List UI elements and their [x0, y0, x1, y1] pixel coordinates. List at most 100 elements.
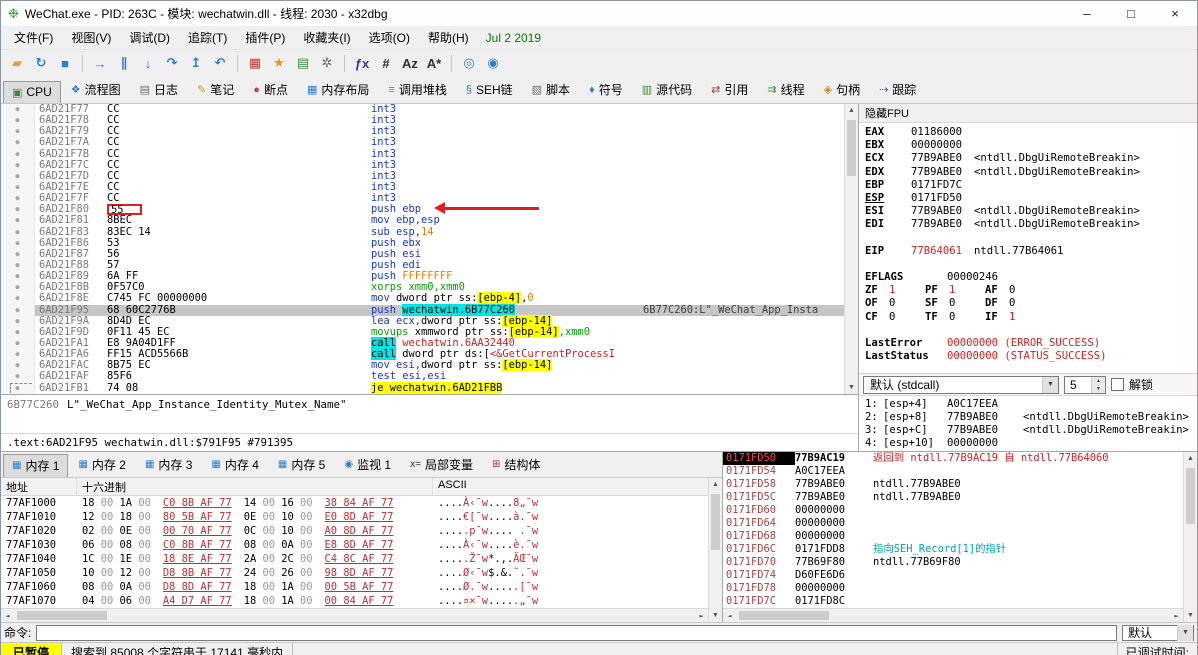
breakpoint-gutter-dot[interactable]: ● — [1, 259, 35, 272]
dump-row[interactable]: 77AF1030 06 00 08 00 C0 8B AF 77 08 00 0A 0… — [1, 538, 708, 552]
disasm-row[interactable]: ● 6AD21F7D CC int3 — [1, 170, 844, 182]
stop-icon[interactable]: ■ — [54, 52, 76, 74]
stack-row[interactable]: 0171FD70 77B69F80 ntdll.77B69F80 — [723, 556, 1183, 569]
unlock-checkbox[interactable] — [1111, 378, 1124, 391]
stack-row[interactable]: 0171FD50 77B9AC19 返回到 ntdll.77B9AC19 自 ntd… — [723, 452, 1183, 465]
dump-row[interactable]: 77AF1050 10 00 12 00 D8 8B AF 77 24 00 26 0… — [1, 566, 708, 580]
breakpoint-gutter-dot[interactable]: ● — [1, 104, 35, 116]
register-row[interactable] — [865, 232, 1191, 245]
register-row[interactable]: ZF 1 PF 1 AF 0 — [865, 284, 1191, 297]
stack-row[interactable]: 0171FD58 77B9ABE0 ntdll.77B9ABE0 — [723, 478, 1183, 491]
pause-icon[interactable]: ∥ — [113, 52, 135, 74]
patches-icon[interactable]: ▦ — [244, 52, 266, 74]
spinner-arrows[interactable]: ▲ ▼ — [1091, 376, 1105, 393]
stack-row[interactable]: 0171FD68 00000000 — [723, 530, 1183, 543]
tab-notes[interactable]: ✎ 笔记 — [188, 77, 243, 103]
dump-view[interactable]: 地址 十六进制 ASCII 77AF1000 18 00 1A 00 C0 8B A… — [1, 478, 722, 622]
restart-icon[interactable]: ↻ — [30, 52, 52, 74]
disasm-row[interactable]: ● 6AD21FB1 74 08 je wechatwin.6AD21FBB — [1, 381, 844, 394]
menu-item[interactable]: 文件(F) — [5, 26, 62, 49]
breakpoint-gutter-dot[interactable]: ● — [1, 181, 35, 194]
minimize-button[interactable]: – — [1065, 1, 1109, 26]
breakpoint-gutter-dot[interactable]: ● — [1, 360, 35, 372]
breakpoint-gutter-dot[interactable]: ● — [1, 326, 35, 338]
register-row[interactable]: ESP 0171FD50 — [865, 192, 1191, 205]
menu-item[interactable]: 视图(V) — [62, 26, 120, 49]
breakpoint-gutter-dot[interactable]: ● — [1, 304, 35, 316]
breakpoint-gutter-dot[interactable]: ● — [1, 293, 35, 305]
menu-item[interactable]: 帮助(H) — [419, 26, 478, 49]
tab-symbols[interactable]: ♦ 符号 — [580, 77, 632, 103]
scroll-down-icon[interactable]: ▼ — [1184, 609, 1197, 622]
register-row[interactable]: OF 0 SF 0 DF 0 — [865, 297, 1191, 310]
menu-item[interactable]: 插件(P) — [236, 26, 294, 49]
tab-call-stack[interactable]: ≡ 调用堆栈 — [379, 77, 455, 103]
breakpoint-gutter-dot[interactable]: ● — [1, 371, 35, 383]
breakpoint-gutter-dot[interactable]: ● — [1, 315, 35, 327]
run-icon[interactable]: → — [89, 52, 111, 74]
calling-convention-select[interactable]: 默认 (stdcall) ▼ — [863, 375, 1059, 394]
favourites-icon[interactable]: ★ — [268, 52, 290, 74]
disasm-row[interactable]: ● 6AD21F7A CC int3 — [1, 137, 844, 149]
scrollbar-thumb[interactable] — [1186, 468, 1195, 524]
register-row[interactable]: LastStatus 00000000 (STATUS_SUCCESS) — [865, 350, 1191, 363]
register-row[interactable]: ESI 77B9ABE0 <ntdll.DbgUiRemoteBreakin> — [865, 205, 1191, 218]
dump-row[interactable]: 77AF1010 12 00 18 00 80 5B AF 77 0E 00 10 0… — [1, 510, 708, 524]
command-input[interactable] — [36, 624, 1117, 641]
register-row[interactable]: ECX 77B9ABE0 <ntdll.DbgUiRemoteBreakin> — [865, 152, 1191, 165]
tab-script[interactable]: ▧ 脚本 — [523, 77, 579, 103]
scroll-down-icon[interactable]: ▼ — [845, 381, 858, 394]
stack-vertical-scrollbar[interactable]: ▲ ▼ — [1183, 452, 1197, 622]
preferences-icon[interactable]: ✲ — [316, 52, 338, 74]
execute-till-return-icon[interactable]: ↥ — [185, 52, 207, 74]
stack-row[interactable]: 0171FD64 00000000 — [723, 517, 1183, 530]
register-row[interactable]: EBX 00000000 — [865, 139, 1191, 152]
register-row[interactable]: EDI 77B9ABE0 <ntdll.DbgUiRemoteBreakin> — [865, 218, 1191, 231]
stack-row[interactable]: 0171FD7C 0171FD8C — [723, 595, 1183, 608]
step-back-icon[interactable]: ↶ — [209, 52, 231, 74]
disasm-row[interactable]: ● 6AD21F7B CC int3 — [1, 148, 844, 160]
breakpoint-gutter-dot[interactable]: ● — [1, 115, 35, 127]
dump-row[interactable]: 77AF1040 1C 00 1E 00 18 8E AF 77 2A 00 2C 0… — [1, 552, 708, 566]
tab-locals[interactable]: x= 局部变量 — [401, 453, 482, 477]
dump-horizontal-scrollbar[interactable]: ◄ ► — [1, 608, 708, 622]
disassembly-vertical-scrollbar[interactable]: ▲ ▼ — [844, 104, 858, 394]
stack-row[interactable]: 0171FD6C 0171FDD8 指向SEH_Record[1]的指针 — [723, 543, 1183, 556]
disasm-row[interactable]: ● 6AD21F77 CC int3 — [1, 104, 844, 116]
dump-row[interactable]: 77AF1070 04 00 06 00 A4 D7 AF 77 18 00 1A 0… — [1, 594, 708, 608]
tab-dump2[interactable]: ▦ 内存 2 — [69, 453, 134, 477]
disasm-row[interactable]: ● 6AD21F7F CC int3 — [1, 192, 844, 205]
dump-row[interactable]: 77AF1020 02 00 0E 00 00 70 AF 77 0C 00 10 0… — [1, 524, 708, 538]
hide-fpu-button[interactable]: 隐藏FPU — [859, 104, 1197, 123]
breakpoint-gutter-dot[interactable]: ● — [1, 126, 35, 138]
disasm-row[interactable]: ● 6AD21FAF 85F6 test esi,esi — [1, 371, 844, 383]
tab-source[interactable]: ▥ 源代码 — [633, 77, 701, 103]
register-row[interactable]: EAX 01186000 — [865, 126, 1191, 139]
find-strings-icon[interactable]: A* — [423, 52, 445, 74]
breakpoint-gutter-dot[interactable]: ● — [1, 193, 35, 205]
tab-graph[interactable]: ❖ 流程图 — [62, 77, 130, 103]
stack-horizontal-scrollbar[interactable]: ◄ ► — [723, 608, 1183, 622]
scrollbar-thumb[interactable] — [711, 494, 720, 550]
disasm-row[interactable]: ● 6AD21F79 CC int3 — [1, 126, 844, 138]
step-into-icon[interactable]: ↓ — [137, 52, 159, 74]
tab-cpu[interactable]: ▣ CPU — [3, 81, 61, 103]
stack-row[interactable]: 0171FD74 D60FE6D6 — [723, 569, 1183, 582]
breakpoint-gutter-dot[interactable]: ● — [1, 159, 35, 171]
menu-item[interactable]: 收藏夹(I) — [294, 26, 359, 49]
assembler-icon[interactable]: Az — [399, 52, 421, 74]
close-button[interactable]: × — [1153, 1, 1197, 26]
stack-row[interactable]: 0171FD5C 77B9ABE0 ntdll.77B9ABE0 — [723, 491, 1183, 504]
breakpoint-gutter-dot[interactable]: ● — [1, 271, 35, 283]
scrollbar-thumb[interactable] — [739, 611, 829, 620]
argument-row[interactable]: 3: [esp+C] 77B9ABE0 <ntdll.DbgUiRemoteBreak… — [865, 424, 1191, 437]
maximize-button[interactable]: □ — [1109, 1, 1153, 26]
disasm-row[interactable]: ● 6AD21F87 56 push esi — [1, 248, 844, 260]
scrollbar-thumb[interactable] — [17, 611, 107, 620]
comments-icon[interactable]: ▤ — [292, 52, 314, 74]
register-row[interactable] — [865, 324, 1191, 337]
register-row[interactable]: EDX 77B9ABE0 <ntdll.DbgUiRemoteBreakin> — [865, 166, 1191, 179]
command-profile-select[interactable]: 默认 ▼ — [1122, 624, 1194, 641]
scroll-up-icon[interactable]: ▲ — [709, 478, 722, 491]
scroll-up-icon[interactable]: ▲ — [1184, 452, 1197, 465]
